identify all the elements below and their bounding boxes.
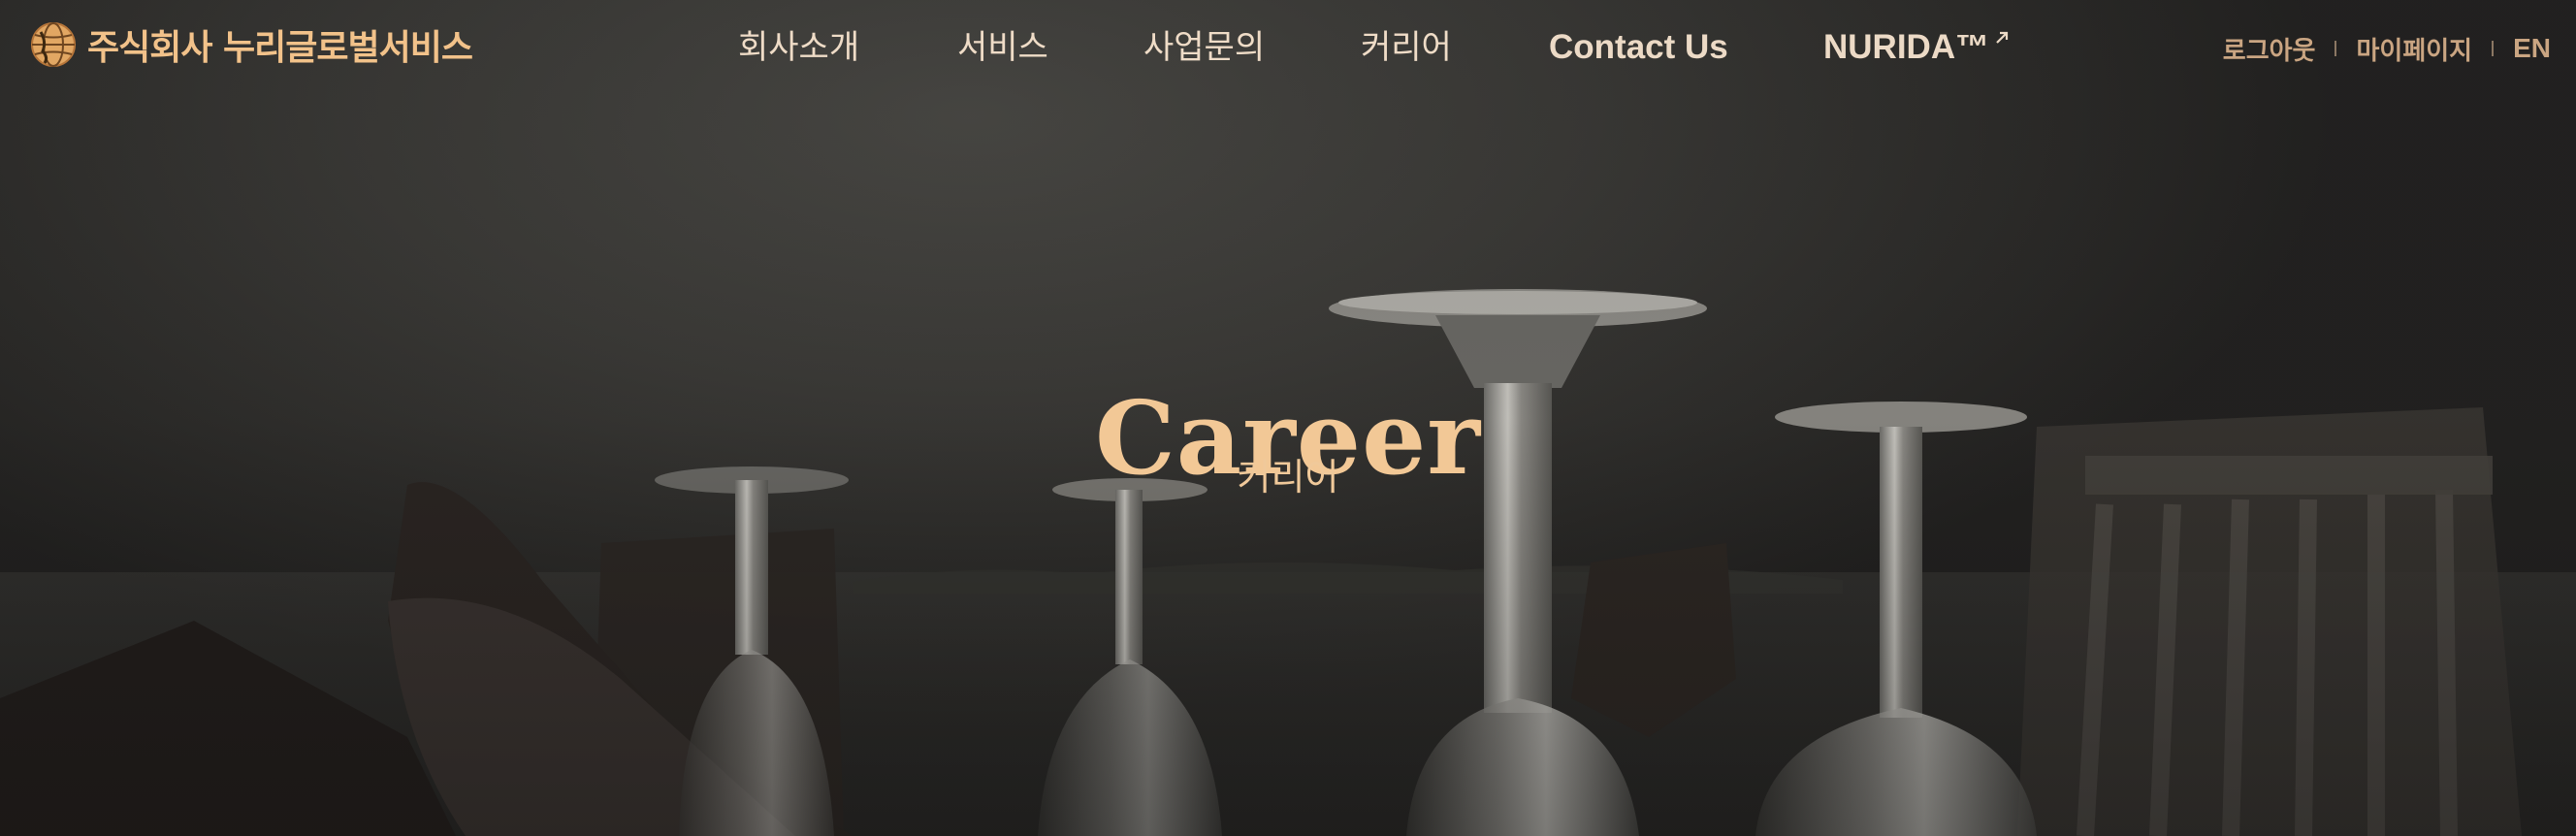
company-name: 주식회사 누리글로벌서비스: [87, 28, 473, 68]
page-subtitle: 커리어: [1237, 456, 1339, 498]
logout-link[interactable]: 로그아웃: [2223, 31, 2316, 67]
nav-item-about[interactable]: 회사소개: [738, 23, 859, 72]
nav-item-contact-us[interactable]: Contact Us: [1549, 23, 1728, 72]
nav-item-business-inquiry[interactable]: 사업문의: [1143, 23, 1265, 72]
nav-item-career[interactable]: 커리어: [1361, 23, 1452, 72]
company-logo[interactable]: 주식회사 누리글로벌서비스: [29, 19, 473, 70]
site-header: 주식회사 누리글로벌서비스 회사소개 서비스 사업문의 커리어 Contact …: [0, 0, 2576, 95]
external-link-icon: [1996, 31, 2009, 44]
globe-icon: [31, 22, 76, 67]
language-toggle[interactable]: EN: [2513, 33, 2551, 64]
utility-divider: [2334, 41, 2337, 56]
utility-divider: [2492, 41, 2495, 56]
utility-links: 로그아웃 마이페이지 EN: [2223, 31, 2551, 66]
nav-item-nurida-label: NURIDA™: [1823, 28, 1990, 66]
mypage-link[interactable]: 마이페이지: [2356, 31, 2472, 67]
nav-item-nurida[interactable]: NURIDA™: [1823, 23, 2011, 72]
nav-item-services[interactable]: 서비스: [957, 23, 1048, 72]
